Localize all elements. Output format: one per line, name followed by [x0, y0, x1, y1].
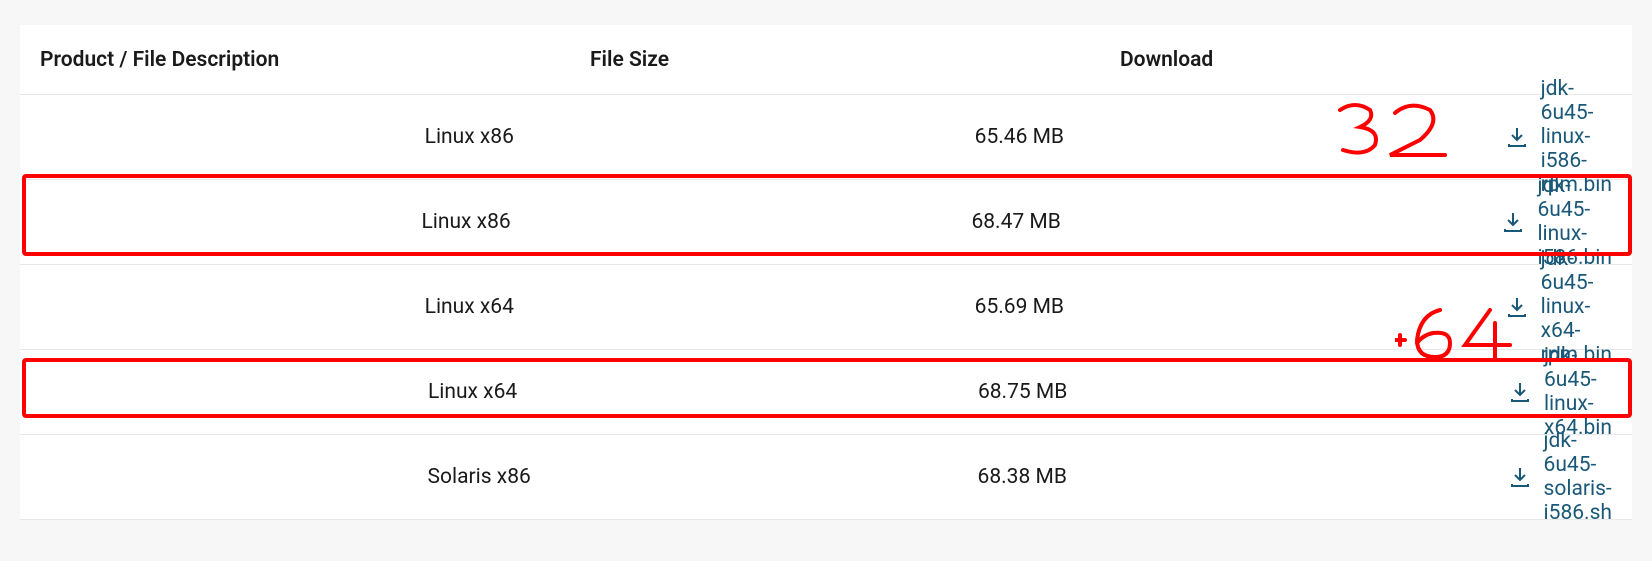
download-icon — [1508, 465, 1532, 489]
download-icon — [1501, 210, 1525, 234]
cell-size: 68.75 MB — [968, 380, 1508, 404]
cell-size: 65.46 MB — [965, 125, 1505, 149]
cell-product: Linux x86 — [421, 210, 961, 234]
cell-size: 68.47 MB — [961, 210, 1501, 234]
cell-product: Solaris x86 — [428, 465, 968, 489]
column-header-product: Product / File Description — [40, 48, 580, 72]
cell-product: Linux x86 — [425, 125, 965, 149]
downloads-table: Product / File Description File Size Dow… — [20, 25, 1632, 520]
cell-download: jdk-6u45-solaris-i586.sh — [1508, 429, 1612, 525]
download-filename: jdk-6u45-solaris-i586.sh — [1544, 429, 1612, 525]
download-icon — [1505, 295, 1529, 319]
table-row: Linux x64 65.69 MB jdk-6u45-linux-x64-rp… — [20, 265, 1632, 350]
cell-product: Linux x64 — [428, 380, 968, 404]
download-link[interactable]: jdk-6u45-linux-x64.bin — [1508, 344, 1612, 440]
download-icon — [1505, 125, 1529, 149]
cell-size: 65.69 MB — [965, 295, 1505, 319]
cell-product: Linux x64 — [425, 295, 965, 319]
table-row: Linux x86 65.46 MB jdk-6u45-linux-i586-r… — [20, 95, 1632, 180]
column-header-download: Download — [1120, 48, 1612, 72]
table-row: Linux x86 68.47 MB jdk-6u45-linux-i586.b… — [20, 180, 1632, 265]
table-row: Linux x64 68.75 MB jdk-6u45-linux-x64.bi… — [20, 350, 1632, 435]
table-row: Solaris x86 68.38 MB jdk-6u45-solaris-i5… — [20, 435, 1632, 520]
table-body: Linux x86 65.46 MB jdk-6u45-linux-i586-r… — [20, 95, 1632, 520]
download-link[interactable]: jdk-6u45-solaris-i586.sh — [1508, 429, 1612, 525]
download-filename: jdk-6u45-linux-x64.bin — [1544, 344, 1612, 440]
download-icon — [1508, 380, 1532, 404]
cell-size: 68.38 MB — [968, 465, 1508, 489]
cell-download: jdk-6u45-linux-x64.bin — [1508, 344, 1612, 440]
column-header-size: File Size — [580, 48, 1120, 72]
table-header-row: Product / File Description File Size Dow… — [20, 25, 1632, 95]
